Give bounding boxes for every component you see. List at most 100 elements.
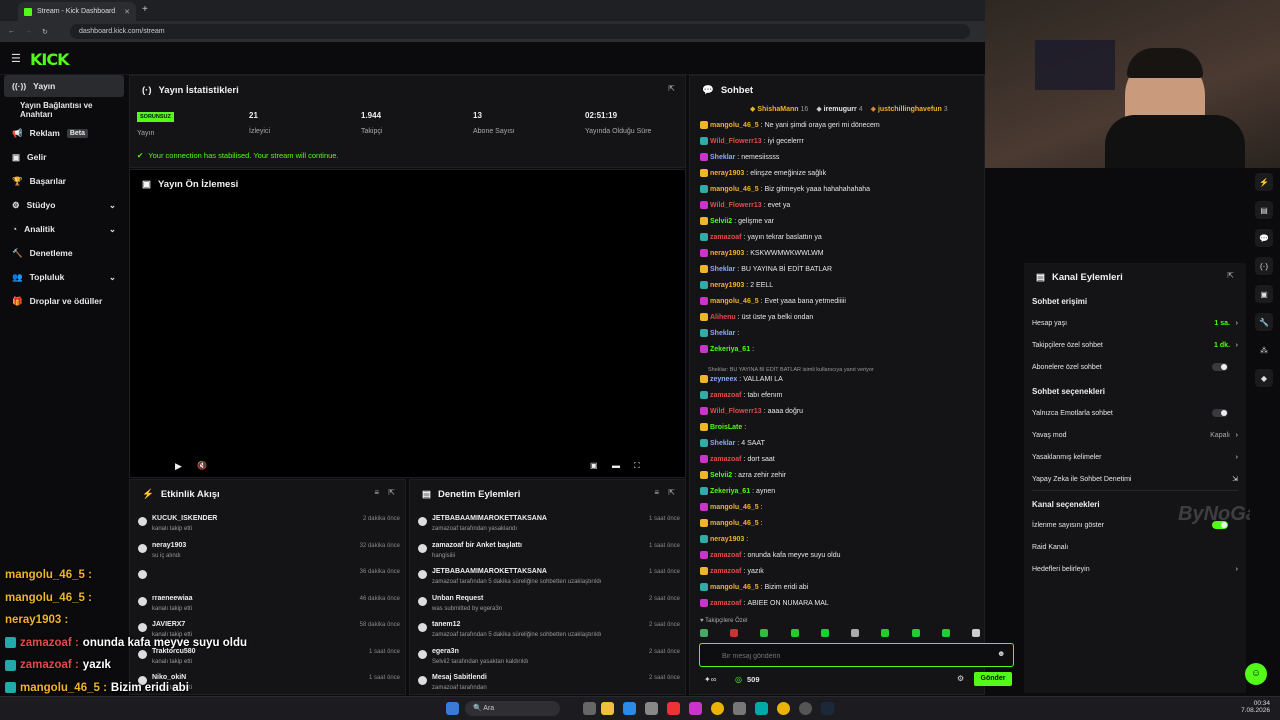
chat-username[interactable]: Wild_Flowerr13 [710, 202, 762, 209]
list-item[interactable]: egera3n Selvii2 tarafından yasaktan kaldı… [418, 644, 680, 670]
chat-message[interactable]: Alihenu: üst üste ya belki ondan [700, 310, 984, 324]
rail-moderation-icon[interactable]: ▣ [1255, 285, 1273, 303]
popout-icon[interactable]: ⇱ [388, 488, 395, 497]
fullscreen-icon[interactable]: ⛶ [634, 461, 640, 471]
chat-username[interactable]: BroisLate [710, 424, 742, 431]
chrome-icon[interactable] [711, 702, 724, 715]
rail-stats-icon[interactable]: ▤ [1255, 201, 1273, 219]
chat-message[interactable]: Selvii2: gelişme var [700, 214, 984, 228]
list-item[interactable]: zamazoaf bir Anket başlattı hangisiiii 1 s… [418, 538, 680, 564]
browser-tab[interactable]: Stream - Kick Dashboard ✕ [18, 2, 136, 21]
chat-message[interactable]: zamazoaf: dort saat [700, 452, 984, 466]
app2-icon[interactable] [689, 702, 702, 715]
slow-mode-option[interactable]: Yavaş mod Kapalı › [1032, 427, 1238, 443]
chat-username[interactable]: neray1903 [710, 170, 744, 177]
mute-icon[interactable]: 🔇 [197, 461, 207, 470]
chat-message[interactable]: mangolu_46_5: Bizim eridi abi [700, 580, 984, 594]
chat-username[interactable]: Sheklar [710, 440, 735, 447]
app4-icon[interactable] [755, 702, 768, 715]
chat-message[interactable]: mangolu_46_5: Evet yaaa bana yetmediiiii [700, 294, 984, 308]
taskbar-search[interactable]: 🔍 Ara [465, 701, 560, 716]
emoji-icon[interactable]: ☻ [997, 649, 1005, 658]
sidebar-item-topluluk[interactable]: 👥 Topluluk ⌄ [4, 266, 124, 288]
chat-message[interactable]: Sheklar: [700, 326, 984, 340]
chat-username[interactable]: neray1903 [710, 250, 744, 257]
chat-message[interactable]: BroisLate: [700, 420, 984, 434]
filter-icon[interactable]: ≡ [654, 488, 659, 497]
chat-message[interactable]: mangolu_46_5: [700, 500, 984, 514]
chat-username[interactable]: mangolu_46_5 [710, 186, 759, 193]
chat-username[interactable]: Sheklar [710, 266, 735, 273]
chat-username[interactable]: neray1903 [710, 282, 744, 289]
chat-input[interactable] [722, 649, 972, 663]
filter-icon[interactable]: ≡ [374, 488, 379, 497]
chat-username[interactable]: mangolu_46_5 [710, 122, 759, 129]
new-tab-icon[interactable]: + [142, 4, 148, 15]
chat-message[interactable]: mangolu_46_5: [700, 516, 984, 530]
list-item[interactable]: rraeneewiaa kanalı takip etti 46 dakika ön… [138, 591, 400, 617]
start-icon[interactable] [446, 702, 459, 715]
close-tab-icon[interactable]: ✕ [124, 8, 130, 16]
chat-username[interactable]: mangolu_46_5 [710, 584, 759, 591]
youtube-icon[interactable] [667, 702, 680, 715]
chat-username[interactable]: Wild_Flowerr13 [710, 138, 762, 145]
sidebar-item-analitik[interactable]: ◔ Analitik ⌄ [4, 218, 124, 240]
obs-icon[interactable] [799, 702, 812, 715]
chat-message[interactable]: zeyneex: VALLAMI LA [700, 372, 984, 386]
rail-lightning-icon[interactable]: ⚡ [1255, 173, 1273, 191]
sidebar-item-basarilar[interactable]: 🏆 Başarılar [4, 170, 124, 192]
menu-icon[interactable]: ☰ [11, 52, 21, 65]
url-field[interactable]: dashboard.kick.com/stream [70, 24, 970, 39]
rail-broadcast-icon[interactable]: (·) [1255, 257, 1273, 275]
account-age-option[interactable]: Hesap yaşı 1 sa. › [1032, 315, 1238, 331]
chat-username[interactable]: mangolu_46_5 [710, 298, 759, 305]
chat-message[interactable]: Sheklar:4 SAAT [700, 436, 984, 450]
popout-icon[interactable]: ⇱ [1227, 271, 1234, 280]
sidebar-item-stream-key[interactable]: Yayın Bağlantısı ve Anahtarı [4, 99, 124, 121]
chat-username[interactable]: zamazoaf [710, 456, 742, 463]
chat-message[interactable]: Sheklar: BU YAYINA Bİ EDİT BATLAR [700, 262, 984, 276]
list-item[interactable]: neray1903 su iç alındı 32 dakika önce [138, 538, 400, 564]
kick-logo[interactable]: KICK [30, 50, 69, 69]
raid-option[interactable]: Raid Kanalı [1032, 539, 1238, 555]
chrome2-icon[interactable] [777, 702, 790, 715]
sidebar-item-yayin[interactable]: ((·)) Yayın [4, 75, 124, 97]
points-icon[interactable]: ✦∞ [704, 675, 716, 684]
chat-message[interactable]: mangolu_46_5: Biz gitmeyek yaaa hahahahah… [700, 182, 984, 196]
list-item[interactable]: JETBABAAMIMAROKETTAKSANA zamazoaf tarafın… [418, 564, 680, 590]
chat-message[interactable]: zamazoaf: ABIEE ON NUMARA MAL [700, 596, 984, 610]
chat-username[interactable]: Wild_Flowerr13 [710, 408, 762, 415]
play-icon[interactable]: ▶ [175, 461, 182, 472]
chat-username[interactable]: zamazoaf [710, 600, 742, 607]
chat-username[interactable]: mangolu_46_5 [710, 520, 759, 527]
chat-username[interactable]: Sheklar [710, 330, 735, 337]
chat-username[interactable]: zamazoaf [710, 392, 742, 399]
followers-chat-option[interactable]: Takipçilere özel sohbet 1 dk. › [1032, 337, 1238, 353]
theater-icon[interactable]: ▬ [612, 461, 620, 470]
sidebar-item-studyo[interactable]: ⚙ Stüdyo ⌄ [4, 194, 124, 216]
help-bubble-icon[interactable]: ☺ [1245, 663, 1267, 685]
rail-diamond-icon[interactable]: ◆ [1255, 369, 1273, 387]
rail-wrench-icon[interactable]: 🔧 [1255, 313, 1273, 331]
explorer-icon[interactable] [601, 702, 614, 715]
chat-message[interactable]: neray1903: elinşze emeğinize sağlık [700, 166, 984, 180]
list-item[interactable]: JETBABAAMIMAROKETTAKSANA zamazoaf tarafın… [418, 511, 680, 537]
app3-icon[interactable] [733, 702, 746, 715]
chat-message[interactable]: Selvii2: azra zehir zehir [700, 468, 984, 482]
send-button[interactable]: Gönder [974, 672, 1012, 686]
chat-message[interactable]: neray1903:2 EELL [700, 278, 984, 292]
chat-username[interactable]: Selvii2 [710, 218, 732, 225]
chat-message[interactable]: Zekeriya_61: [700, 342, 984, 356]
list-item[interactable]: Mesaj Sabitlendi zamazoaf tarafından 2 saa… [418, 670, 680, 696]
list-item[interactable]: tanem12 zamazoaf tarafından 5 dakika süre… [418, 617, 680, 643]
forward-icon[interactable]: → [25, 28, 32, 35]
chat-username[interactable]: Selvii2 [710, 472, 732, 479]
back-icon[interactable]: ← [8, 28, 15, 35]
clock[interactable]: 00:34 7.08.2026 [1232, 700, 1270, 714]
subscribers-chat-toggle[interactable] [1212, 363, 1228, 371]
sidebar-item-denetleme[interactable]: 🔨 Denetleme [4, 242, 124, 264]
edge-icon[interactable] [623, 702, 636, 715]
popout-icon[interactable]: ⇱ [668, 84, 675, 93]
chat-message[interactable]: neray1903: [700, 532, 984, 546]
rail-community-icon[interactable]: ⁂ [1255, 341, 1273, 359]
